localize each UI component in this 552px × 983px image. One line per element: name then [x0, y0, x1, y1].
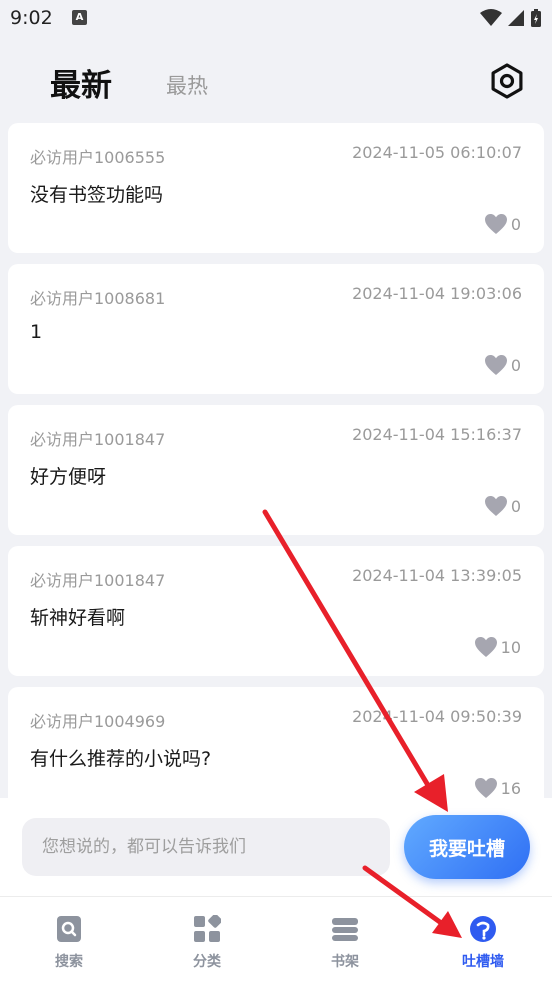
- post-timestamp: 2024-11-04 13:39:05: [352, 566, 522, 585]
- bookshelf-icon: [332, 918, 358, 941]
- battery-icon: [531, 9, 541, 27]
- composer-bar: 我要吐槽: [0, 798, 552, 896]
- header: 最新 最热: [0, 50, 552, 114]
- category-grid-icon: [194, 915, 221, 942]
- nav-label-shelf: 书架: [331, 954, 359, 970]
- status-bar: 9:02 A: [0, 0, 552, 38]
- like-count: 0: [510, 496, 521, 516]
- like-count: 16: [500, 778, 521, 798]
- signal-icon: [508, 10, 524, 26]
- like-count: 0: [510, 355, 521, 375]
- like-button[interactable]: 0: [484, 495, 521, 517]
- post-card[interactable]: 必访用户1006555 2024-11-05 06:10:07 没有书签功能吗 …: [8, 123, 544, 253]
- post-username: 必访用户1006555: [30, 148, 166, 167]
- heart-icon: [474, 778, 497, 798]
- heart-icon: [484, 355, 507, 375]
- like-button[interactable]: 0: [484, 213, 521, 235]
- post-card[interactable]: 必访用户1001847 2024-11-04 13:39:05 斩神好看啊 10: [8, 546, 544, 676]
- status-indicators: [480, 8, 542, 28]
- bottom-nav: 搜索 分类 书架 吐槽墙: [0, 896, 552, 983]
- post-content: 斩神好看啊: [30, 607, 126, 629]
- notification-a-icon: A: [72, 10, 87, 25]
- tab-hot[interactable]: 最热: [166, 70, 208, 100]
- comment-input[interactable]: [22, 818, 390, 876]
- submit-complaint-button[interactable]: 我要吐槽: [404, 815, 530, 879]
- post-username: 必访用户1001847: [30, 430, 166, 449]
- post-card[interactable]: 必访用户1001847 2024-11-04 15:16:37 好方便呀 0: [8, 405, 544, 535]
- status-time: 9:02: [10, 7, 53, 29]
- post-timestamp: 2024-11-05 06:10:07: [352, 143, 522, 162]
- nav-item-shelf[interactable]: 书架: [276, 897, 414, 983]
- post-content: 有什么推荐的小说吗?: [30, 748, 212, 770]
- post-content: 好方便呀: [30, 466, 107, 488]
- post-username: 必访用户1008681: [30, 289, 166, 308]
- settings-icon[interactable]: [488, 62, 526, 100]
- nav-item-search[interactable]: 搜索: [0, 897, 138, 983]
- nav-item-category[interactable]: 分类: [138, 897, 276, 983]
- heart-icon: [484, 214, 507, 234]
- nav-label-category: 分类: [193, 954, 221, 970]
- like-count: 10: [500, 637, 521, 657]
- post-content: 1: [30, 321, 43, 343]
- post-username: 必访用户1001847: [30, 571, 166, 590]
- post-content: 没有书签功能吗: [30, 184, 164, 206]
- heart-icon: [474, 637, 497, 657]
- post-timestamp: 2024-11-04 19:03:06: [352, 284, 522, 303]
- nav-label-wall: 吐槽墙: [462, 954, 504, 970]
- heart-icon: [484, 496, 507, 516]
- search-icon: [57, 916, 81, 942]
- like-button[interactable]: 0: [484, 354, 521, 376]
- like-button[interactable]: 16: [474, 777, 521, 798]
- post-timestamp: 2024-11-04 15:16:37: [352, 425, 522, 444]
- post-card[interactable]: 必访用户1008681 2024-11-04 19:03:06 1 0: [8, 264, 544, 394]
- like-button[interactable]: 10: [474, 636, 521, 658]
- complaint-wall-icon: [470, 916, 496, 942]
- tab-latest[interactable]: 最新: [50, 60, 112, 105]
- like-count: 0: [510, 214, 521, 234]
- post-feed[interactable]: 必访用户1006555 2024-11-05 06:10:07 没有书签功能吗 …: [0, 123, 552, 798]
- nav-item-wall[interactable]: 吐槽墙: [414, 897, 552, 983]
- post-card[interactable]: 必访用户1004969 2024-11-04 09:50:39 有什么推荐的小说…: [8, 687, 544, 798]
- wifi-icon: [480, 9, 502, 26]
- post-username: 必访用户1004969: [30, 712, 166, 731]
- post-timestamp: 2024-11-04 09:50:39: [352, 707, 522, 726]
- nav-label-search: 搜索: [55, 954, 83, 970]
